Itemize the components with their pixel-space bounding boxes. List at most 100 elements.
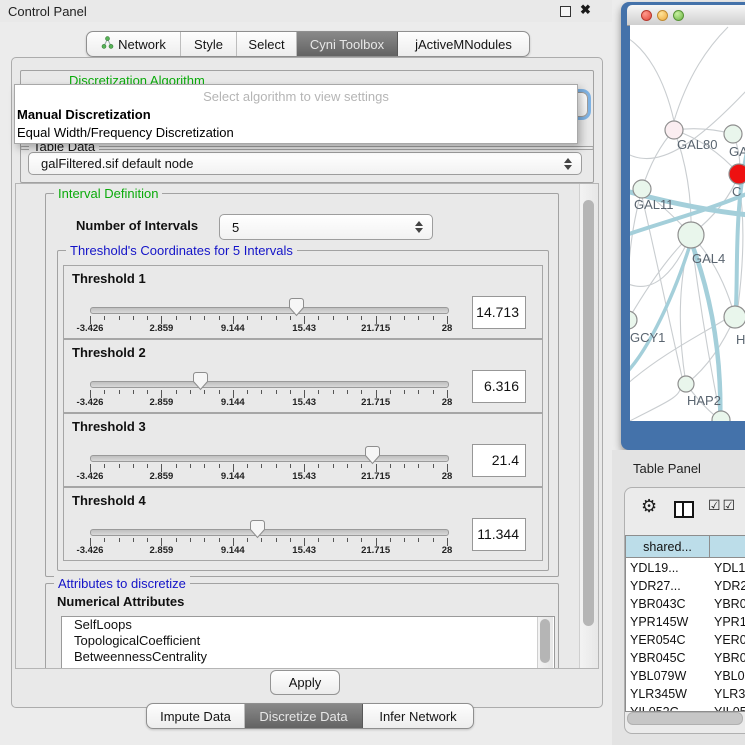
tick-mark [333, 464, 334, 468]
attribute-item[interactable]: BetweennessCentrality [62, 649, 554, 665]
threshold-label: Threshold 3 [72, 419, 146, 434]
tick-mark [318, 464, 319, 468]
table-row[interactable]: YBR043CYBR043C [626, 595, 745, 613]
tick-mark [190, 390, 191, 394]
table-cell-name: YPR145W [714, 613, 745, 631]
threshold-panel-3: Threshold 3-3.4262.8599.14415.4321.71528… [63, 413, 543, 487]
network-window-titlebar[interactable] [627, 5, 745, 26]
tick-mark [119, 316, 120, 320]
table-row[interactable]: YDR27...YDR27... [626, 577, 745, 595]
minimize-traffic-light[interactable] [657, 10, 668, 21]
tab-select[interactable]: Select [237, 32, 297, 56]
threshold-panel-4: Threshold 4-3.4262.8599.14415.4321.71528… [63, 487, 543, 561]
slider-track[interactable] [90, 381, 449, 388]
tick-mark [404, 390, 405, 394]
tick-mark [418, 390, 419, 394]
attributes-scrollbar[interactable] [537, 617, 553, 669]
network-node-gcy1[interactable] [630, 311, 637, 329]
table-cell-name: YBR043C [714, 595, 745, 613]
attribute-item[interactable]: TopologicalCoefficient [62, 633, 554, 649]
slider-thumb[interactable] [364, 445, 381, 465]
tab-cyni-toolbox[interactable]: Cyni Toolbox [297, 32, 398, 56]
tick-mark [119, 464, 120, 468]
settings-scrollbar-thumb[interactable] [583, 200, 594, 626]
network-edge [686, 317, 735, 384]
attributes-scrollbar-thumb[interactable] [540, 619, 550, 663]
network-canvas[interactable]: GAL80GACGAL11GAL4GCY1HHAP2 [630, 25, 745, 421]
settings-scrollbar[interactable] [579, 184, 598, 668]
tab-jactivemnodules[interactable]: jActiveMNodules [398, 32, 529, 56]
tick-label: 28 [422, 397, 472, 408]
tick-mark [176, 538, 177, 542]
tick-mark [219, 390, 220, 394]
table-cell-shared-name: YER054C [630, 631, 710, 649]
float-window-icon[interactable] [560, 6, 571, 17]
popup-item-manual-discretization[interactable]: Manual Discretization [17, 107, 151, 122]
table-column-header[interactable]: shared... [626, 536, 710, 558]
tick-label: 15.43 [279, 545, 329, 556]
table-row[interactable]: YER054CYER054C [626, 631, 745, 649]
table-data-combo[interactable]: galFiltered.sif default node [28, 152, 582, 175]
tick-label: 21.715 [351, 471, 401, 482]
table-row[interactable]: YBL079WYBL079W [626, 667, 745, 685]
close-icon[interactable]: ✖ [580, 2, 591, 18]
network-node-label: GAL80 [677, 137, 717, 152]
network-node-h[interactable] [724, 306, 745, 328]
close-traffic-light[interactable] [641, 10, 652, 21]
threshold-value-field[interactable]: 21.4 [472, 444, 526, 477]
network-edge [674, 27, 728, 121]
network-node-gal11[interactable] [633, 180, 651, 198]
zoom-traffic-light[interactable] [673, 10, 684, 21]
network-node-ga[interactable] [724, 125, 742, 143]
checkboxes-icon[interactable]: ☑☑ [708, 498, 737, 514]
slider-track[interactable] [90, 307, 449, 314]
table-horizontal-scrollbar[interactable] [627, 712, 743, 725]
slider-thumb[interactable] [249, 519, 266, 539]
tick-mark [433, 390, 434, 394]
popup-item-equal-width-frequency[interactable]: Equal Width/Frequency Discretization [17, 125, 234, 140]
network-node-c[interactable] [729, 164, 745, 184]
network-node[interactable] [712, 411, 730, 421]
tick-mark [204, 538, 205, 542]
table-data-value: galFiltered.sif default node [29, 156, 193, 171]
numerical-attributes-label: Numerical Attributes [57, 594, 184, 609]
tick-mark [318, 316, 319, 320]
slider-track[interactable] [90, 529, 449, 536]
attribute-item[interactable]: SelfLoops [62, 617, 554, 633]
gear-icon[interactable]: ⚙ [641, 496, 657, 517]
table-column-header[interactable]: name [710, 536, 745, 558]
network-node-gal4[interactable] [678, 222, 704, 248]
threshold-value-field[interactable]: 6.316 [472, 370, 526, 403]
node-attribute-table: shared...name YDL19...YDL19...YDR27...YD… [625, 535, 745, 712]
table-row[interactable]: YPR145WYPR145W [626, 613, 745, 631]
column-layout-icon[interactable] [674, 501, 694, 518]
table-row[interactable]: YLR345WYLR345W [626, 685, 745, 703]
slider-thumb[interactable] [288, 297, 305, 317]
tick-mark [276, 464, 277, 468]
tick-mark [390, 316, 391, 320]
threshold-value-field[interactable]: 11.344 [472, 518, 526, 551]
threshold-label: Threshold 4 [72, 493, 146, 508]
slider-thumb[interactable] [192, 371, 209, 391]
tab-impute-data[interactable]: Impute Data [147, 704, 245, 728]
tab-discretize-data[interactable]: Discretize Data [245, 704, 363, 728]
tick-mark [104, 316, 105, 320]
tab-network[interactable]: Network [87, 32, 181, 56]
network-view-window: GAL80GACGAL11GAL4GCY1HHAP2 [621, 2, 745, 450]
table-row[interactable]: YDL19...YDL19... [626, 559, 745, 577]
tick-mark [318, 390, 319, 394]
threshold-panel-2: Threshold 2-3.4262.8599.14415.4321.71528… [63, 339, 543, 413]
table-row[interactable]: YIL052CYIL052C [626, 703, 745, 712]
number-of-intervals-combo[interactable]: 5 [219, 214, 433, 240]
slider-track[interactable] [90, 455, 449, 462]
network-edge [630, 37, 674, 121]
threshold-value-field[interactable]: 14.713 [472, 296, 526, 329]
table-row[interactable]: YBR045CYBR045C [626, 649, 745, 667]
tick-label: 9.144 [208, 397, 258, 408]
tab-infer-network[interactable]: Infer Network [363, 704, 473, 728]
network-node-hap2[interactable] [678, 376, 694, 392]
tick-label: -3.426 [65, 397, 115, 408]
tab-label: Infer Network [379, 709, 456, 724]
apply-button[interactable]: Apply [270, 670, 340, 695]
tab-style[interactable]: Style [181, 32, 237, 56]
